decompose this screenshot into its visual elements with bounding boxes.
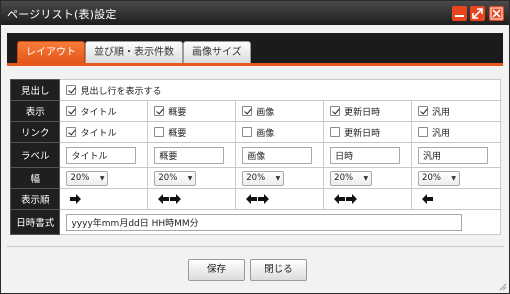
width-select-summary[interactable]: 20% ▼ — [154, 170, 197, 186]
row-label-heading: 見出し — [9, 79, 61, 101]
link-checkbox-image[interactable] — [242, 127, 253, 137]
show-heading-checkbox[interactable] — [66, 85, 77, 95]
close-icon[interactable] — [489, 6, 504, 21]
tab-underline — [7, 63, 503, 66]
window-title: ページリスト(表)設定 — [7, 8, 117, 21]
footer-divider — [7, 246, 504, 247]
tab-image-size[interactable]: 画像サイズ — [183, 41, 251, 63]
dropdown-arrow-icon: ▼ — [99, 174, 105, 182]
date-format-input[interactable] — [66, 213, 463, 231]
width-select-image[interactable]: 20% ▼ — [242, 170, 285, 186]
link-checkbox-summary[interactable] — [154, 127, 165, 137]
label-input-general[interactable] — [418, 146, 489, 164]
row-label-date-format: 日時書式 — [9, 209, 61, 235]
order-arrows-summary — [154, 194, 235, 204]
order-arrows-date — [330, 194, 411, 204]
order-arrows-title — [66, 194, 147, 204]
tab-sort-count[interactable]: 並び順・表示件数 — [85, 41, 183, 63]
width-row: 幅 20% ▼ 20% ▼ 20% ▼ 20% ▼ 20% ▼ — [9, 167, 501, 189]
display-checkbox-general[interactable] — [418, 106, 429, 116]
row-label-width: 幅 — [9, 167, 61, 189]
link-checkbox-title[interactable] — [66, 127, 77, 137]
width-select-date-value: 20% — [334, 173, 354, 183]
display-row: 表示 タイトル 概要 画像 更新日時 汎用 — [9, 100, 501, 122]
move-right-arrow-icon[interactable] — [70, 194, 82, 204]
display-label-general: 汎用 — [432, 107, 451, 118]
tab-bar: レイアウト 並び順・表示件数 画像サイズ — [7, 33, 503, 63]
label-input-summary[interactable] — [154, 146, 225, 164]
label-input-title[interactable] — [66, 146, 137, 164]
move-right-arrow-icon[interactable] — [346, 194, 358, 204]
move-right-arrow-icon[interactable] — [170, 194, 182, 204]
maximize-icon[interactable] — [470, 6, 485, 21]
link-label-updated: 更新日時 — [344, 128, 381, 139]
heading-row: 見出し 見出し行を表示する — [9, 79, 501, 101]
move-left-arrow-icon[interactable] — [158, 194, 170, 204]
width-select-general-value: 20% — [422, 173, 441, 183]
link-label-summary: 概要 — [168, 128, 187, 139]
width-select-date[interactable]: 20% ▼ — [330, 170, 373, 186]
link-checkbox-updated[interactable] — [330, 127, 341, 137]
display-checkbox-title[interactable] — [66, 106, 77, 116]
display-label-image: 画像 — [256, 107, 275, 118]
link-label-general: 汎用 — [432, 128, 451, 139]
order-arrows-general — [418, 194, 500, 204]
move-left-arrow-icon[interactable] — [334, 194, 346, 204]
layout-settings-table: 見出し 見出し行を表示する 表示 タイトル 概要 画像 更新日時 汎用 リンク … — [9, 79, 501, 235]
resize-grip-icon[interactable] — [499, 283, 507, 291]
close-button[interactable]: 閉じる — [250, 259, 307, 281]
date-format-row: 日時書式 — [9, 209, 501, 235]
order-row: 表示順 — [9, 188, 501, 210]
tab-layout[interactable]: レイアウト — [17, 41, 85, 63]
title-bar[interactable]: ページリスト(表)設定 — [1, 1, 509, 25]
link-checkbox-general[interactable] — [418, 127, 429, 137]
show-heading-label: 見出し行を表示する — [80, 86, 162, 97]
label-input-date[interactable] — [330, 146, 401, 164]
display-label-summary: 概要 — [168, 107, 187, 118]
width-select-title[interactable]: 20% ▼ — [66, 170, 109, 186]
move-left-arrow-icon[interactable] — [246, 194, 258, 204]
label-input-image[interactable] — [242, 146, 313, 164]
minimize-icon[interactable] — [452, 6, 467, 21]
link-label-title: タイトル — [80, 128, 117, 139]
dropdown-arrow-icon: ▼ — [451, 174, 457, 182]
order-arrows-image — [242, 194, 323, 204]
width-select-general[interactable]: 20% ▼ — [418, 170, 461, 186]
width-select-title-value: 20% — [70, 173, 90, 183]
row-label-display: 表示 — [9, 100, 61, 122]
dropdown-arrow-icon: ▼ — [187, 174, 193, 182]
width-select-image-value: 20% — [246, 173, 266, 183]
link-row: リンク タイトル 概要 画像 更新日時 汎用 — [9, 121, 501, 143]
display-checkbox-image[interactable] — [242, 106, 253, 116]
width-select-summary-value: 20% — [158, 173, 178, 183]
label-row: ラベル — [9, 142, 501, 168]
settings-dialog: ページリスト(表)設定 レイアウト 並び順・表示件数 画像サイズ 見出し 見出し… — [0, 0, 510, 294]
display-checkbox-updated[interactable] — [330, 106, 341, 116]
save-button[interactable]: 保存 — [188, 259, 245, 281]
move-left-arrow-icon[interactable] — [422, 194, 434, 204]
link-label-image: 画像 — [256, 128, 275, 139]
row-label-label: ラベル — [9, 142, 61, 168]
display-label-title: タイトル — [80, 107, 117, 118]
display-checkbox-summary[interactable] — [154, 106, 165, 116]
dropdown-arrow-icon: ▼ — [363, 174, 369, 182]
row-label-link: リンク — [9, 121, 61, 143]
move-right-arrow-icon[interactable] — [258, 194, 270, 204]
dropdown-arrow-icon: ▼ — [275, 174, 281, 182]
display-label-updated: 更新日時 — [344, 107, 381, 118]
row-label-order: 表示順 — [9, 188, 61, 210]
